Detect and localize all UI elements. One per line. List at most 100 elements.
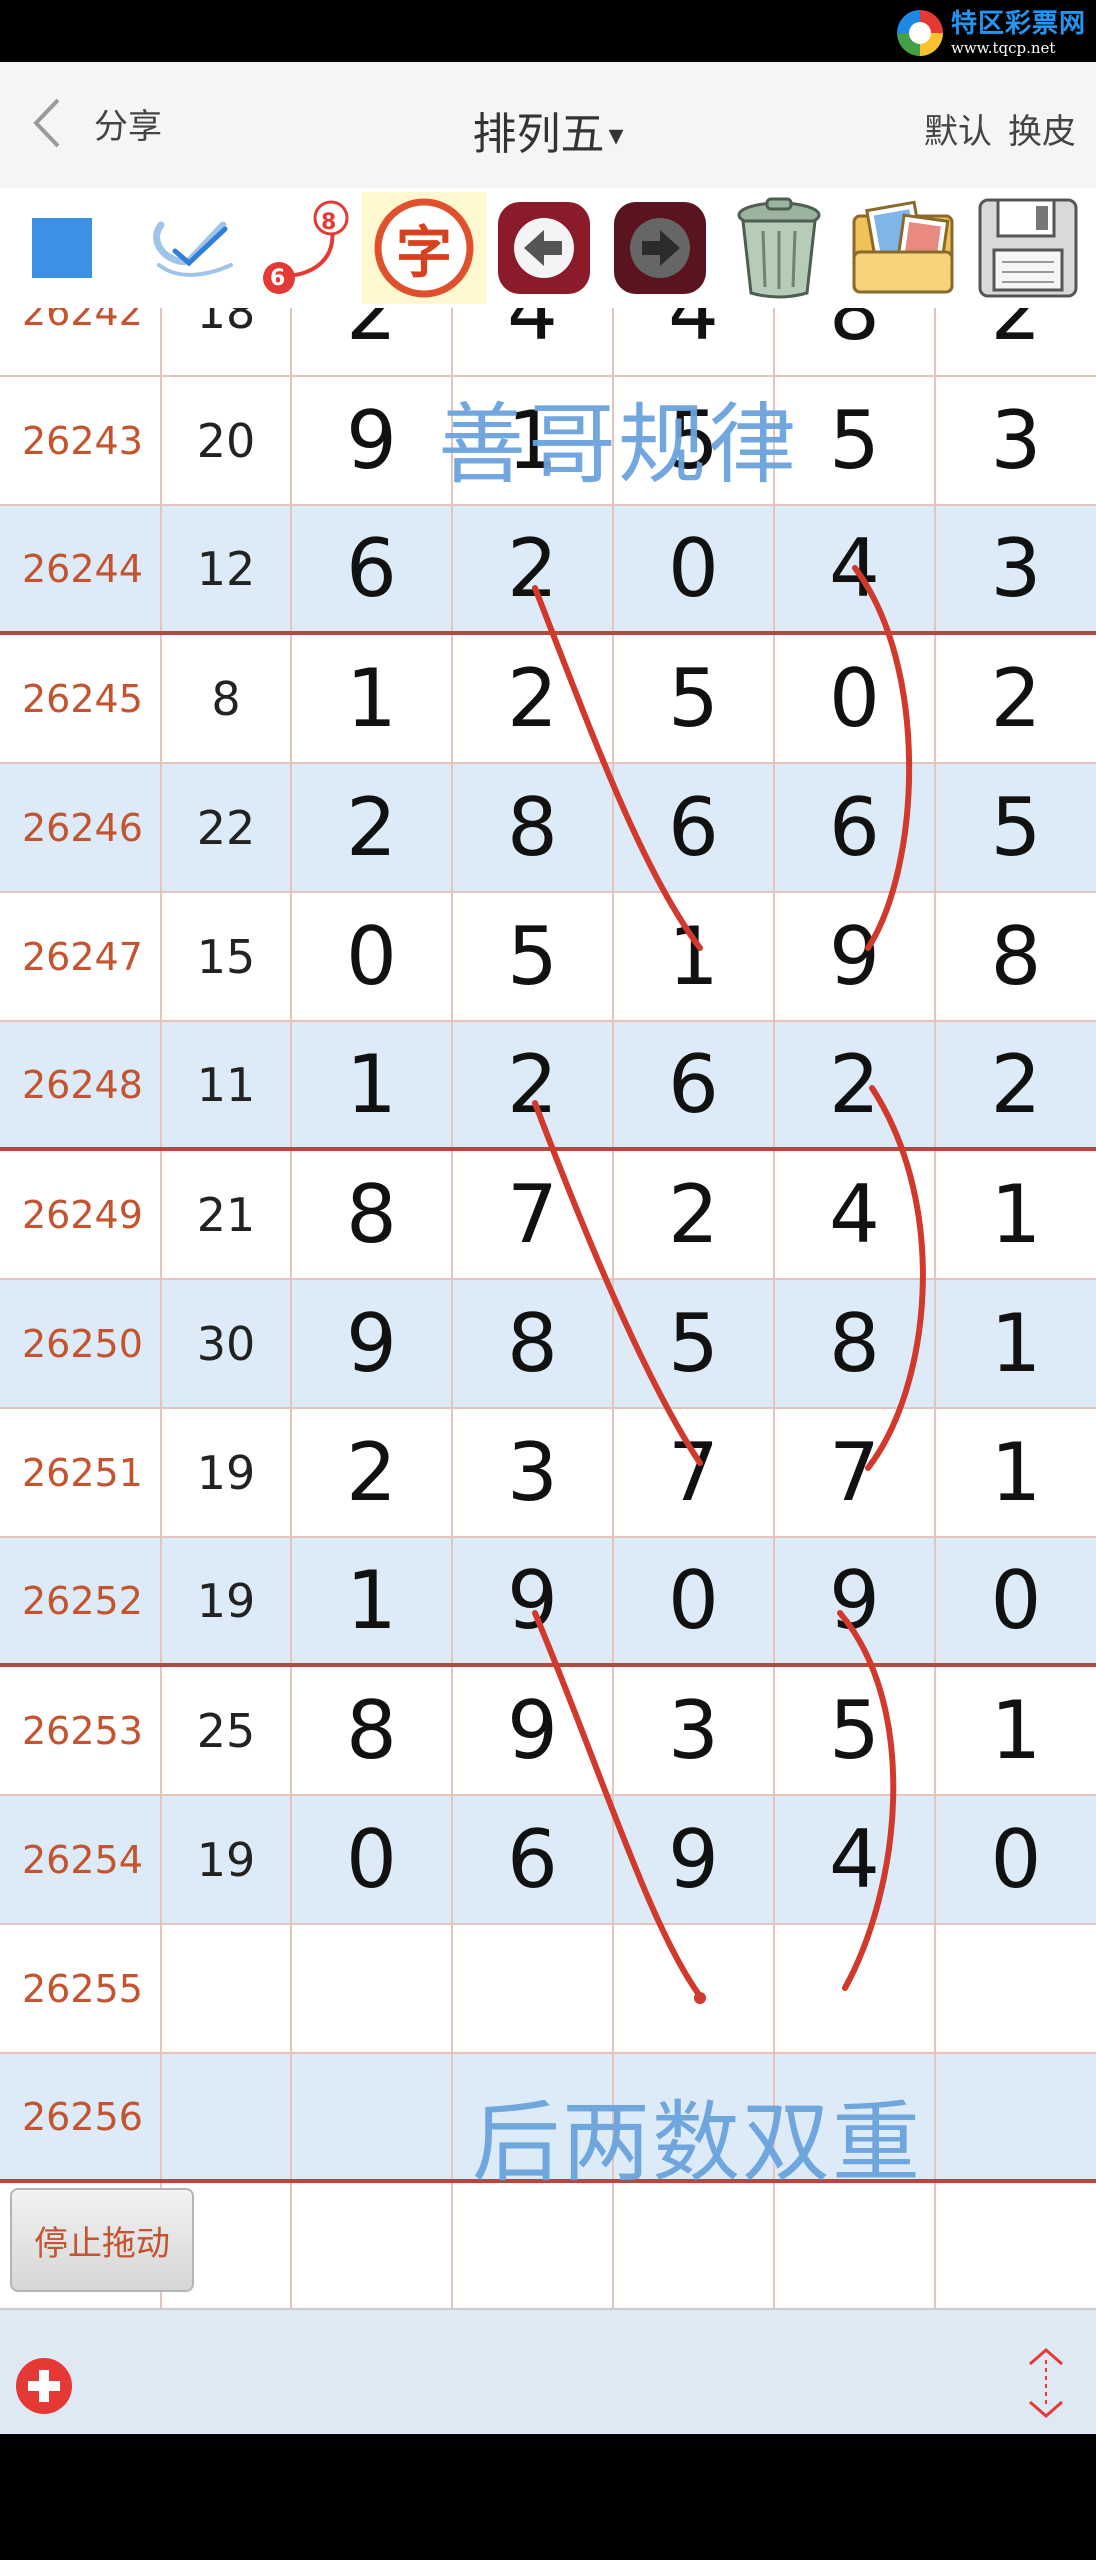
draw-table[interactable]: 26242 18 2 4 4 8 2 26243 20 9 1 5 5 3 26… (0, 308, 1096, 2308)
drawing-toolbar: 8 6 字 (0, 188, 1096, 308)
undo-button[interactable] (492, 192, 596, 304)
table-row: 26252 19 1 9 0 9 0 (0, 1538, 1096, 1667)
curve-badges-icon (263, 200, 349, 294)
sum-cell: 8 (162, 635, 292, 762)
floppy-disk-icon (978, 198, 1078, 298)
digit-cell: 3 (990, 522, 1042, 615)
empty-cell (936, 2183, 1096, 2308)
sum-cell: 19 (162, 1409, 292, 1536)
sum-cell: 21 (162, 1151, 292, 1278)
char-button-label: 字 (396, 220, 452, 286)
table-row: 26248 11 1 2 6 2 2 (0, 1022, 1096, 1151)
empty-cell (775, 2183, 936, 2308)
digit-cell: 2 (990, 652, 1042, 745)
sum-cell: 19 (162, 1538, 292, 1663)
empty-cell (614, 2183, 775, 2308)
pen-check-icon (153, 221, 233, 277)
digit-cell: 2 (614, 1151, 775, 1278)
scroll-arrows-icon[interactable] (1024, 2346, 1068, 2420)
digit-cell (775, 1925, 936, 2052)
table-row: 26242 18 2 4 4 8 2 (0, 308, 1096, 377)
digit-cell: 9 (453, 1667, 614, 1794)
digit-cell: 5 (775, 377, 936, 504)
save-button[interactable] (970, 192, 1086, 304)
issue-cell: 26246 (0, 764, 162, 891)
clear-button[interactable] (724, 192, 834, 304)
issue-cell: 26254 (0, 1796, 162, 1923)
dropdown-caret-icon: ▾ (608, 118, 624, 153)
redo-button[interactable] (608, 192, 712, 304)
digit-cell: 4 (614, 308, 775, 375)
color-square-tool[interactable] (10, 192, 114, 304)
sum-cell: 18 (162, 308, 292, 375)
digit-cell (614, 1925, 775, 2052)
digit-cell: 3 (453, 1409, 614, 1536)
sum-cell: 30 (162, 1280, 292, 1407)
status-bar: 特区彩票网 www.tqcp.net (0, 0, 1096, 62)
digit-cell: 8 (292, 1151, 453, 1278)
table-row: 26255 (0, 1925, 1096, 2054)
digit-cell (292, 2054, 453, 2179)
table-row: 26244 12 6 2 0 4 3 (0, 506, 1096, 635)
sum-cell: 19 (162, 1796, 292, 1923)
digit-cell: 0 (990, 1554, 1042, 1647)
add-icon[interactable] (14, 2356, 74, 2416)
issue-cell: 26250 (0, 1280, 162, 1407)
digit-cell: 0 (990, 1813, 1042, 1906)
digit-cell: 9 (775, 893, 936, 1020)
text-tool[interactable]: 字 (362, 192, 486, 304)
issue-cell: 26247 (0, 893, 162, 1020)
image-button[interactable] (842, 192, 964, 304)
digit-cell (453, 1925, 614, 2052)
stop-drag-button[interactable]: 停止拖动 (10, 2188, 194, 2292)
digit-cell: 7 (775, 1409, 936, 1536)
pen-tool[interactable] (132, 192, 246, 304)
sum-cell: 22 (162, 764, 292, 891)
digit-cell: 6 (292, 506, 453, 631)
digit-cell: 4 (775, 1151, 936, 1278)
issue-cell: 26251 (0, 1409, 162, 1536)
digit-cell: 2 (453, 635, 614, 762)
digit-cell: 8 (775, 308, 936, 375)
digit-cell: 1 (292, 1538, 453, 1663)
change-skin-button[interactable]: 换皮 (1008, 104, 1076, 153)
digit-cell: 2 (990, 1038, 1042, 1131)
digit-cell: 7 (614, 1409, 775, 1536)
issue-cell: 26253 (0, 1667, 162, 1794)
watermark-logo-icon (896, 10, 943, 56)
digit-cell: 1 (990, 1426, 1042, 1519)
bottom-annotation-text: 后两数双重 (472, 2091, 923, 2194)
digit-cell: 0 (614, 506, 775, 631)
photo-folder-icon (852, 200, 954, 294)
digit-cell: 4 (775, 506, 936, 631)
digit-cell (936, 1925, 1096, 2052)
table-row: 26245 8 1 2 5 0 2 (0, 635, 1096, 764)
issue-cell: 26245 (0, 635, 162, 762)
default-button[interactable]: 默认 (924, 104, 992, 153)
digit-cell: 2 (292, 1409, 453, 1536)
digit-cell: 3 (614, 1667, 775, 1794)
badge-bottom: 6 (270, 266, 286, 291)
digit-cell: 6 (775, 764, 936, 891)
table-row: 26254 19 0 6 9 4 0 (0, 1796, 1096, 1925)
issue-cell: 26244 (0, 506, 162, 631)
bottom-toolbar (0, 2308, 1096, 2436)
empty-cell (292, 2183, 453, 2308)
watermark-title: 特区彩票网 (950, 8, 1086, 39)
trash-can-icon (737, 197, 821, 299)
empty-cell (453, 2183, 614, 2308)
digit-cell: 9 (292, 377, 453, 504)
connect-numbers-tool[interactable]: 8 6 (250, 192, 360, 304)
digit-cell: 0 (775, 635, 936, 762)
system-nav-bar (0, 2434, 1096, 2560)
sum-cell (162, 2054, 292, 2179)
issue-cell: 26248 (0, 1022, 162, 1147)
digit-cell: 5 (775, 1667, 936, 1794)
issue-cell: 26252 (0, 1538, 162, 1663)
sum-cell: 15 (162, 893, 292, 1020)
issue-cell: 26255 (0, 1925, 162, 2052)
blue-square-icon (32, 218, 92, 278)
digit-cell: 8 (453, 1280, 614, 1407)
digit-cell: 9 (453, 1538, 614, 1663)
table-row: 26249 21 8 7 2 4 1 (0, 1151, 1096, 1280)
